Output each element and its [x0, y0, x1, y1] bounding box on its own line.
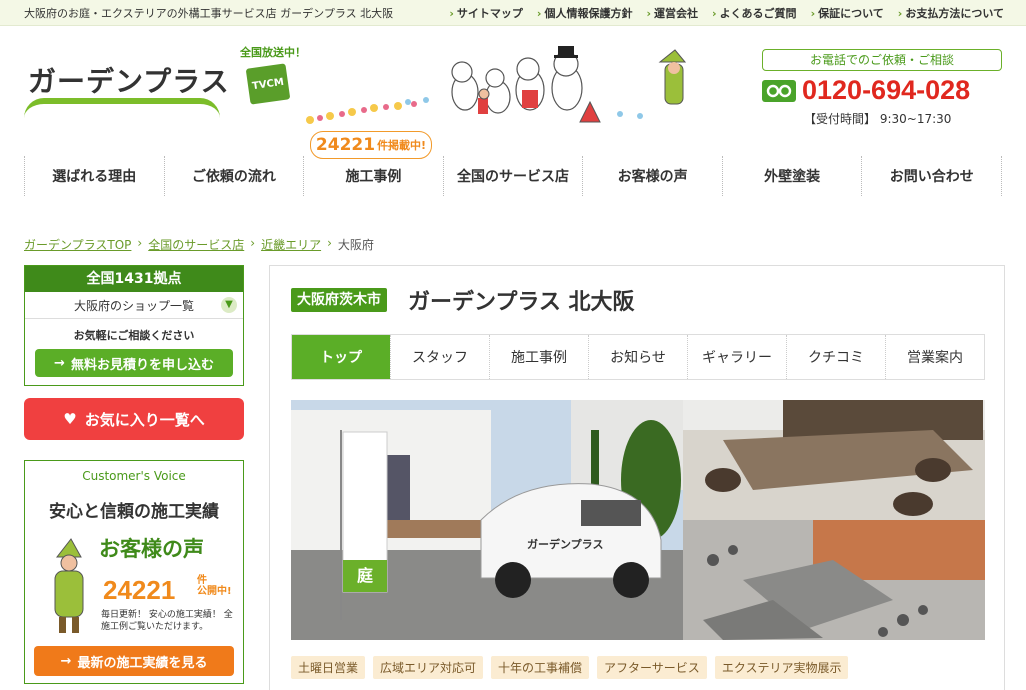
breadcrumb-home[interactable]: ガーデンプラスTOP	[24, 236, 131, 253]
business-hours: 【受付時間】 9:30~17:30	[804, 112, 952, 126]
garden-stones-photo	[683, 520, 985, 640]
top-bar: 大阪府のお庭・エクステリアの外構工事サービス店 ガーデンプラス 北大阪 › サイト…	[0, 0, 1026, 26]
feature-tags: 土曜日営業 広域エリア対応可 十年の工事補償 アフターサービス エクステリア実物…	[291, 656, 849, 679]
voice-count-suffix: 件公開中!	[197, 575, 232, 597]
car-logo-text: ガーデンプラス	[527, 537, 603, 551]
shop-select[interactable]: 大阪府のショップ一覧 ▼	[25, 292, 243, 319]
sitemap-link[interactable]: › サイトマップ	[449, 5, 523, 21]
clapperboard-icon: TVCM	[245, 63, 291, 105]
breadcrumb: ガーデンプラスTOP › 全国のサービス店 › 近畿エリア › 大阪府	[24, 236, 374, 253]
heart-icon: ♥	[63, 410, 77, 428]
company-link[interactable]: › 運営会社	[646, 5, 698, 21]
payment-link[interactable]: › お支払方法について	[898, 5, 1004, 21]
site-lead-text: 大阪府のお庭・エクステリアの外構工事サービス店 ガーデンプラス 北大阪	[24, 7, 394, 20]
tab-reviews[interactable]: クチコミ	[786, 335, 885, 379]
voice-title: お客様の声	[99, 537, 204, 561]
consult-note: お気軽にご相談ください	[73, 329, 195, 342]
banner-kanji: 庭	[357, 566, 373, 585]
logo-swoosh	[24, 98, 220, 118]
wood-deck-photo	[683, 400, 985, 520]
tag-wide-area: 広域エリア対応可	[373, 656, 484, 679]
shop-name: ガーデンプラス 北大阪	[408, 290, 635, 315]
shop-exterior-photo: 庭 ガーデンプラス	[291, 400, 683, 640]
tag-warranty: 十年の工事補償	[491, 656, 590, 679]
favorites-button[interactable]: ♥ お気に入り一覧へ	[24, 398, 244, 440]
nav-item-contact[interactable]: お問い合わせ	[861, 156, 1003, 196]
site-logo[interactable]: ガーデンプラス	[24, 60, 229, 118]
shop-main-panel: 大阪府茨木市 ガーデンプラス 北大阪 トップ スタッフ 施工事例 お知らせ ギャ…	[269, 265, 1005, 690]
nav-item-painting[interactable]: 外壁塗装	[721, 156, 862, 196]
moomin-illustration	[306, 46, 687, 124]
nav-item-voices[interactable]: お客様の声	[582, 156, 722, 196]
tab-cases[interactable]: 施工事例	[489, 335, 588, 379]
phone-cta-label: お電話でのご依頼・ご相談	[762, 49, 1002, 71]
chevron-right-icon: ›	[250, 236, 256, 250]
chevron-right-icon: ›	[646, 7, 652, 20]
shop-finder-box: 全国1431拠点 大阪府のショップ一覧 ▼ お気軽にご相談ください → 無料お見…	[24, 265, 244, 386]
tag-showroom: エクステリア実物展示	[714, 656, 849, 679]
phone-number-row[interactable]: 0120-694-028	[762, 75, 970, 106]
snufkin-illustration	[54, 538, 84, 633]
nav-item-shops[interactable]: 全国のサービス店	[442, 156, 583, 196]
customer-voice-label: Customer's Voice	[82, 469, 186, 483]
top-links: › サイトマップ › 個人情報保護方針 › 運営会社 › よくあるご質問 › 保証について…	[449, 5, 1004, 21]
nav-item-flow[interactable]: ご依頼の流れ	[163, 156, 304, 196]
tab-top[interactable]: トップ	[292, 335, 390, 379]
tag-aftercare: アフターサービス	[597, 656, 707, 679]
logo-text: ガーデンプラス	[28, 65, 230, 98]
sidebar: 全国1431拠点 大阪府のショップ一覧 ▼ お気軽にご相談ください → 無料お見…	[24, 265, 244, 684]
freedial-icon	[762, 79, 796, 102]
chevron-right-icon: ›	[810, 7, 816, 20]
customer-voice-box[interactable]: Customer's Voice 安心と信頼の施工実績 お客様の声 24221 …	[24, 460, 244, 684]
phone-number[interactable]: 0120-694-028	[802, 75, 970, 106]
breadcrumb-shops[interactable]: 全国のサービス店	[148, 236, 244, 253]
breadcrumb-area[interactable]: 近畿エリア	[261, 236, 321, 253]
chevron-right-icon: ›	[137, 236, 143, 250]
faq-link[interactable]: › よくあるご質問	[712, 5, 797, 21]
chevron-right-icon: ›	[327, 236, 332, 250]
arrow-right-icon: →	[54, 355, 65, 371]
chevron-right-icon: ›	[712, 7, 717, 20]
chevron-down-icon: ▼	[221, 297, 237, 313]
tab-gallery[interactable]: ギャラリー	[687, 335, 786, 379]
case-count-badge: 24221 件掲載中!	[310, 131, 432, 159]
shop-tabs: トップ スタッフ 施工事例 お知らせ ギャラリー クチコミ 営業案内	[291, 334, 985, 380]
city-badge: 大阪府茨木市	[291, 288, 387, 312]
latest-cases-button[interactable]: → 最新の施工実績を見る	[34, 646, 234, 676]
chevron-right-icon: ›	[897, 7, 903, 20]
voice-description: 毎日更新！ 安心の施工実績！ 全施工例ご覧いただけます。	[101, 610, 233, 632]
tab-staff[interactable]: スタッフ	[390, 335, 489, 379]
global-nav: 選ばれる理由 ご依頼の流れ 施工事例 全国のサービス店 お客様の声 外壁塗装 お…	[24, 156, 1003, 196]
phone-contact: お電話でのご依頼・ご相談 0120-694-028 【受付時間】 9:30~17…	[762, 49, 1004, 129]
arrow-right-icon: →	[60, 653, 72, 669]
tab-news[interactable]: お知らせ	[588, 335, 687, 379]
voice-count: 24221	[103, 575, 176, 605]
warranty-link[interactable]: › 保証について	[811, 5, 884, 21]
privacy-link[interactable]: › 個人情報保護方針	[537, 5, 633, 21]
tag-saturday: 土曜日営業	[291, 656, 366, 679]
chevron-right-icon: ›	[536, 7, 542, 20]
tab-business-info[interactable]: 営業案内	[885, 335, 984, 379]
nav-item-reasons[interactable]: 選ばれる理由	[24, 156, 164, 196]
shop-count-title: 全国1431拠点	[25, 266, 243, 292]
nav-item-cases[interactable]: 施工事例	[303, 156, 443, 196]
breadcrumb-current: 大阪府	[337, 238, 374, 252]
chevron-right-icon: ›	[449, 7, 454, 20]
estimate-button[interactable]: → 無料お見積りを申し込む	[35, 349, 233, 377]
voice-tagline: 安心と信頼の施工実績	[49, 502, 219, 522]
